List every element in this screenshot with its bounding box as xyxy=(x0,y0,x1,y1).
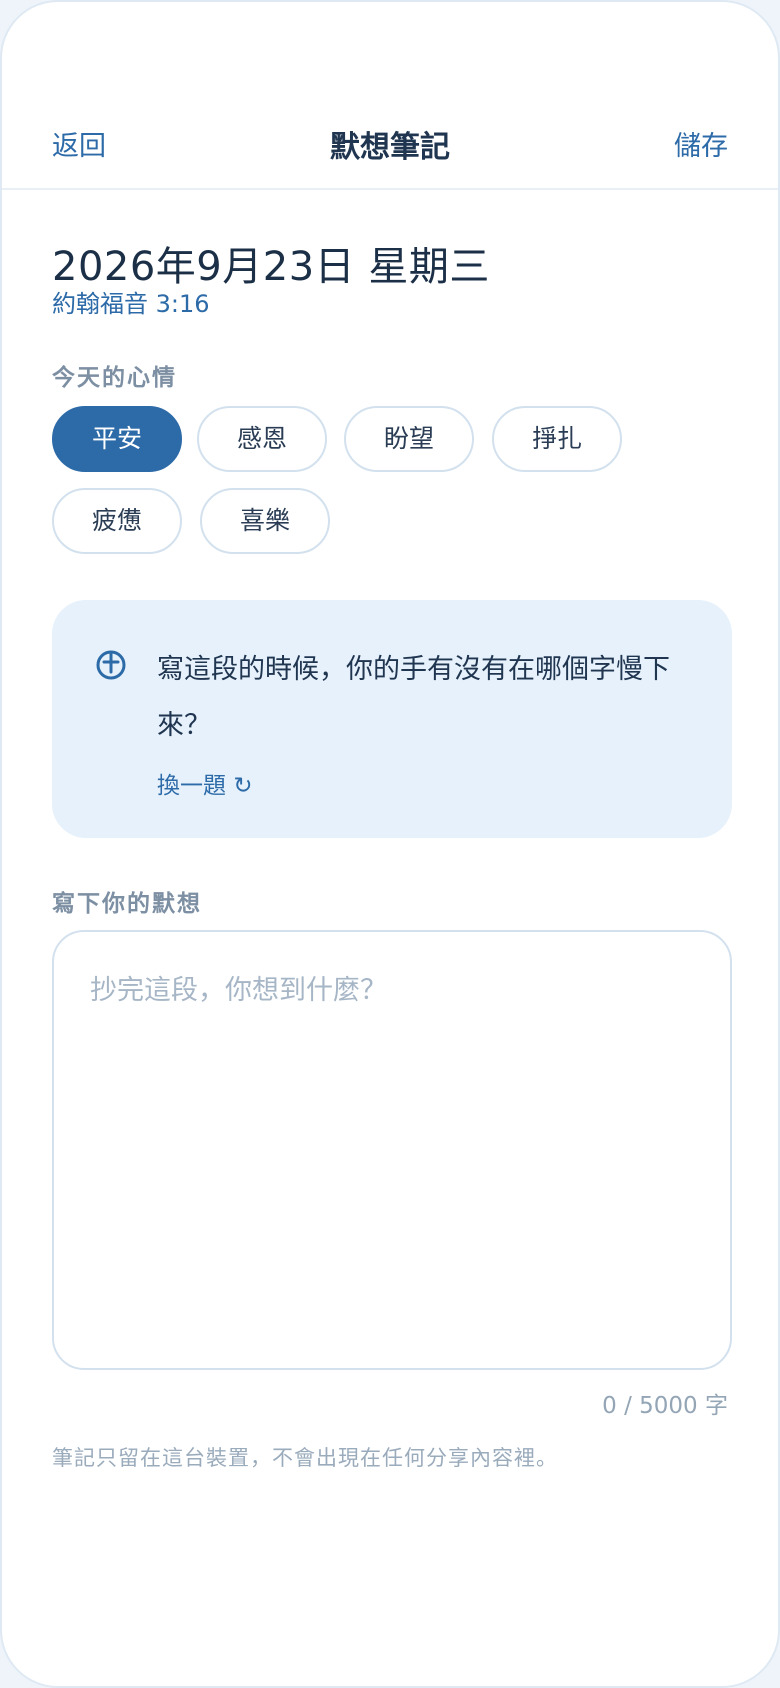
mood-chip-struggle[interactable]: 掙扎 xyxy=(492,406,622,472)
notes-input[interactable] xyxy=(90,968,700,1338)
mood-label: 今天的心情 xyxy=(52,365,177,391)
save-button[interactable]: 儲存 xyxy=(674,124,728,163)
mood-chip-peace[interactable]: 平安 xyxy=(52,406,182,472)
notes-label: 寫下你的默想 xyxy=(52,891,202,917)
mood-chip-tired[interactable]: 疲憊 xyxy=(52,488,182,554)
top-bar: 返回 默想筆記 儲存 xyxy=(2,102,778,190)
notes-editor xyxy=(52,930,732,1370)
shuffle-prompt-button[interactable]: 換一題 ↻ xyxy=(157,766,253,800)
page-title: 默想筆記 xyxy=(330,130,450,165)
reflection-prompt-card: 寫這段的時候，你的手有沒有在哪個字慢下來？ 換一題 ↻ xyxy=(52,600,732,838)
hand-pen-icon xyxy=(96,650,126,680)
mood-chip-hope[interactable]: 盼望 xyxy=(344,406,474,472)
prompt-question: 寫這段的時候，你的手有沒有在哪個字慢下來？ xyxy=(157,654,670,741)
privacy-note: 筆記只留在這台裝置，不會出現在任何分享內容裡。 xyxy=(52,1446,558,1470)
character-counter: 0 / 5000 字 xyxy=(602,1393,728,1419)
phone-screen: 返回 默想筆記 儲存 2026年9月23日 星期三 約翰福音 3:16 今天的心… xyxy=(0,0,780,1688)
mood-chip-joy[interactable]: 喜樂 xyxy=(200,488,330,554)
mood-chip-thankful[interactable]: 感恩 xyxy=(197,406,327,472)
verse-reference: 約翰福音 3:16 xyxy=(52,290,210,318)
